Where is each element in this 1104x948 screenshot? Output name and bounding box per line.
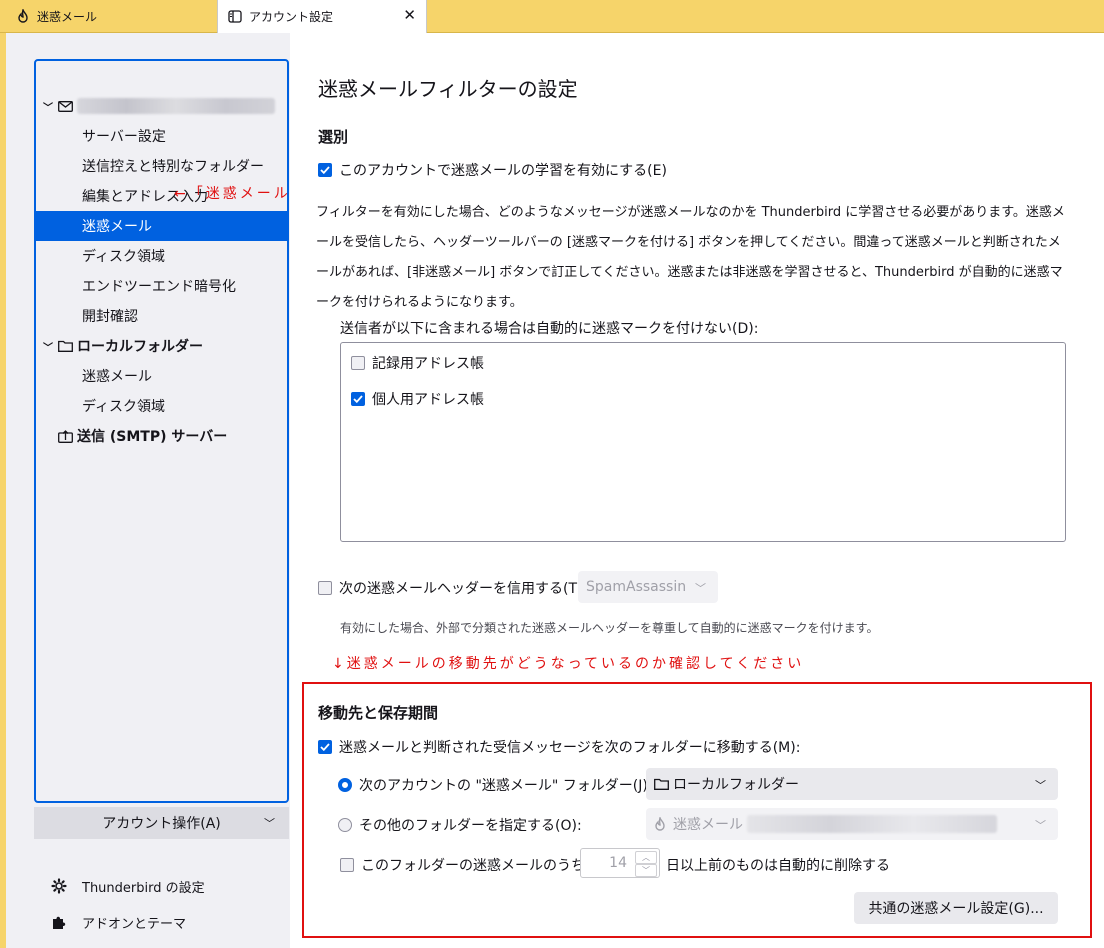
radio-label: 次のアカウントの "迷惑メール" フォルダー(J): [359, 778, 653, 794]
section-heading-classification: 選別 [318, 128, 349, 146]
global-junk-settings-button[interactable]: 共通の迷惑メール設定(G)... [854, 892, 1058, 924]
sidebar-item-receipts[interactable]: 開封確認 [36, 301, 287, 331]
settings-link-label: Thunderbird の設定 [82, 880, 205, 896]
sidebar-item-label: サーバー設定 [82, 129, 166, 145]
chevron-down-icon: ﹀ [1035, 819, 1046, 832]
checkbox-label: このフォルダーの迷惑メールのうち(U) [361, 858, 607, 874]
checkbox-label: 迷惑メールと判断された受信メッセージを次のフォルダーに移動する(M): [339, 740, 801, 756]
checkbox-icon[interactable] [340, 858, 354, 872]
tab-bar: 迷惑メール アカウント設定 ✕ [0, 0, 1104, 33]
chevron-down-icon: ﹀ [1035, 779, 1046, 792]
select-value: SpamAssassin [586, 579, 687, 595]
checkmark-icon[interactable] [318, 163, 332, 177]
chevron-down-icon[interactable]: ﹀ [42, 99, 54, 114]
checkbox-icon[interactable] [318, 581, 332, 595]
sidebar-item-server-settings[interactable]: サーバー設定 [36, 121, 287, 151]
checkbox-label: 記録用アドレス帳 [372, 356, 484, 372]
radio-selected-icon[interactable] [338, 778, 352, 792]
account-actions-label: アカウント操作(A) [102, 816, 221, 832]
flame-icon [654, 817, 670, 831]
chevron-down-icon[interactable]: ﹀ [42, 339, 54, 354]
stepper-buttons[interactable]: ︿ ﹀ [635, 851, 657, 877]
radio-label: その他のフォルダーを指定する(O): [359, 818, 582, 834]
select-value: 迷惑メール [673, 817, 743, 833]
chevron-down-icon: ﹀ [695, 582, 706, 595]
sidebar-item-label: 送信控えと特別なフォルダー [82, 159, 264, 175]
sidebar-item-label: ディスク領域 [82, 249, 166, 265]
thunderbird-settings-link[interactable]: Thunderbird の設定 [51, 874, 205, 898]
whitelist-label: 送信者が以下に含まれる場合は自動的に迷惑マークを付けない(D): [340, 321, 759, 337]
account-tree[interactable]: ﹀ サーバー設定 送信控えと特別なフォルダー 編集とアドレス入力 迷惑メール デ… [34, 59, 289, 803]
junk-settings-panel: 迷惑メールフィルターの設定 選別 このアカウントで迷惑メールの学習を有効にする(… [290, 33, 1104, 948]
folder-path-redacted [747, 815, 997, 833]
chevron-down-icon: ﹀ [264, 817, 275, 830]
mail-icon [58, 99, 74, 113]
trust-header-select[interactable]: SpamAssassin ﹀ [578, 571, 718, 603]
enable-learning-checkbox[interactable]: このアカウントで迷惑メールの学習を有効にする(E) [318, 160, 667, 180]
tab-label: アカウント設定 [249, 10, 334, 24]
sidebar-item-label: 開封確認 [82, 309, 138, 325]
other-folder-select[interactable]: 迷惑メール ﹀ [646, 808, 1058, 840]
tab-account-settings[interactable]: アカウント設定 ✕ [217, 0, 427, 33]
select-value: ローカルフォルダー [673, 777, 799, 793]
addressbook-item-personal[interactable]: 個人用アドレス帳 [351, 389, 484, 409]
checkbox-label: 個人用アドレス帳 [372, 392, 484, 408]
sidebar-item-label: エンドツーエンド暗号化 [82, 279, 236, 295]
stepper-value: 14 [609, 855, 627, 871]
folder-icon [654, 777, 670, 791]
sidebar-item-local-disk[interactable]: ディスク領域 [36, 391, 287, 421]
puzzle-piece-icon [50, 913, 68, 931]
checkbox-label: このアカウントで迷惑メールの学習を有効にする(E) [339, 163, 667, 179]
tree-local-folders-row[interactable]: ﹀ ローカルフォルダー [36, 331, 287, 361]
section-heading-destination: 移動先と保存期間 [318, 704, 439, 722]
account-name-redacted [77, 98, 275, 114]
stepper-down-icon[interactable]: ﹀ [635, 864, 657, 877]
radio-unselected-icon[interactable] [338, 818, 352, 832]
tree-account-row[interactable]: ﹀ [36, 91, 287, 121]
addressbook-item-collected[interactable]: 記録用アドレス帳 [351, 353, 484, 373]
checkmark-icon[interactable] [318, 740, 332, 754]
checkbox-icon[interactable] [351, 356, 365, 370]
sidebar-item-label: ディスク領域 [82, 399, 166, 415]
trust-header-note: 有効にした場合、外部で分類された迷惑メールヘッダーを尊重して自動的に迷惑マークを… [340, 621, 879, 635]
account-actions-button[interactable]: アカウント操作(A) ﹀ [34, 807, 289, 839]
sidebar-item-disk-space[interactable]: ディスク領域 [36, 241, 287, 271]
tree-smtp-row[interactable]: 送信 (SMTP) サーバー [36, 421, 287, 451]
checkbox-label: 次の迷惑メールヘッダーを信用する(T): [339, 581, 588, 597]
sidebar-item-label: 迷惑メール [82, 369, 152, 385]
smtp-label: 送信 (SMTP) サーバー [77, 429, 228, 445]
trust-header-checkbox[interactable]: 次の迷惑メールヘッダーを信用する(T): [318, 578, 587, 598]
sidebar-item-e2e[interactable]: エンドツーエンド暗号化 [36, 271, 287, 301]
button-label: 共通の迷惑メール設定(G)... [868, 901, 1044, 917]
purge-suffix: 日以上前のものは自動的に削除する [666, 858, 890, 874]
radio-other-folder[interactable]: その他のフォルダーを指定する(O): [338, 815, 582, 835]
close-icon[interactable]: ✕ [403, 8, 416, 23]
sidebar-item-local-junk[interactable]: 迷惑メール [36, 361, 287, 391]
addons-link-label: アドオンとテーマ [82, 916, 187, 932]
folder-icon [58, 339, 74, 353]
account-sidebar: ﹀ サーバー設定 送信控えと特別なフォルダー 編集とアドレス入力 迷惑メール デ… [6, 33, 390, 948]
tab-label: 迷惑メール [37, 9, 98, 24]
stepper-up-icon[interactable]: ︿ [635, 851, 657, 864]
move-junk-checkbox[interactable]: 迷惑メールと判断された受信メッセージを次のフォルダーに移動する(M): [318, 737, 800, 757]
page-title: 迷惑メールフィルターの設定 [318, 77, 578, 101]
addressbook-list[interactable]: 記録用アドレス帳 個人用アドレス帳 [340, 342, 1066, 542]
sidebar-item-label: 迷惑メール [82, 219, 152, 235]
settings-page-icon [228, 10, 242, 24]
learning-description: フィルターを有効にした場合、どのようなメッセージが迷惑メールなのかを Thund… [316, 205, 1065, 310]
annotation-check-destination: ↓迷惑メールの移動先がどうなっているのか確認してください [332, 656, 805, 672]
checkmark-icon[interactable] [351, 392, 365, 406]
local-folders-label: ローカルフォルダー [77, 339, 203, 355]
sidebar-item-copies-folders[interactable]: 送信控えと特別なフォルダー [36, 151, 287, 181]
addons-themes-link[interactable]: アドオンとテーマ [53, 910, 187, 934]
tab-junk-mail[interactable]: 迷惑メール [4, 0, 216, 32]
purge-checkbox[interactable]: このフォルダーの迷惑メールのうち(U) [340, 855, 606, 875]
flame-icon [16, 9, 30, 23]
account-folder-select[interactable]: ローカルフォルダー ﹀ [646, 768, 1058, 800]
gear-icon [50, 877, 68, 895]
radio-account-junk-folder[interactable]: 次のアカウントの "迷惑メール" フォルダー(J): [338, 775, 653, 795]
sidebar-item-junk[interactable]: 迷惑メール [36, 211, 287, 241]
purge-days-stepper[interactable]: 14 ︿ ﹀ [580, 848, 660, 878]
outbox-icon [58, 429, 74, 443]
